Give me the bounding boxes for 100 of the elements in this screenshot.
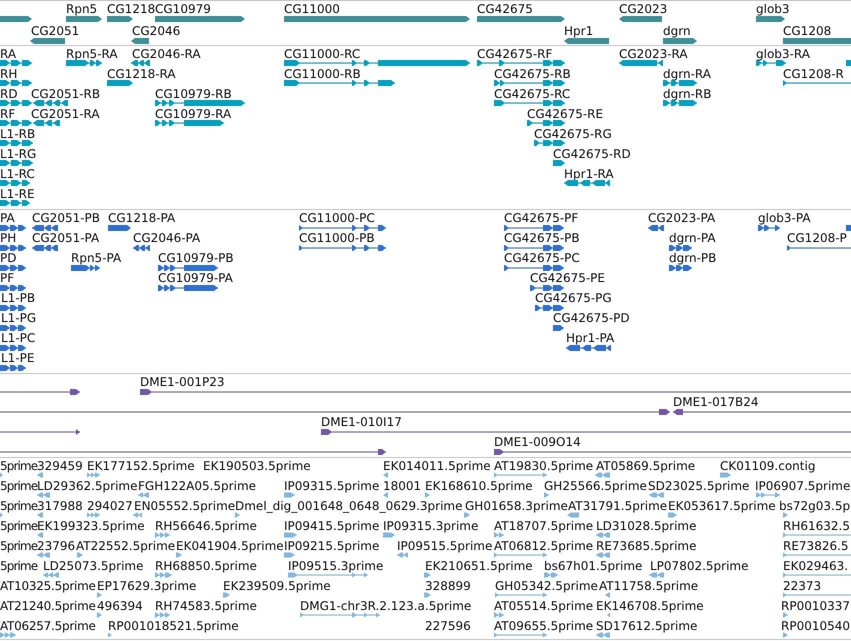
transcript-feature[interactable] [33,99,68,107]
transcript-feature[interactable] [494,79,565,87]
read-feature[interactable] [756,491,780,499]
protein-feature[interactable] [32,244,58,252]
read-feature[interactable] [494,471,547,479]
clone-feature[interactable] [494,448,851,456]
gene-feature[interactable] [619,15,662,23]
read-feature[interactable] [783,531,851,539]
read-feature[interactable] [284,531,297,539]
protein-feature[interactable] [299,244,386,252]
read-feature[interactable] [494,551,547,559]
read-feature[interactable] [138,491,149,499]
gene-feature[interactable] [783,37,851,45]
read-feature[interactable] [284,551,295,559]
gene-feature[interactable] [564,37,609,45]
transcript-feature[interactable] [527,119,565,127]
gene-feature[interactable] [155,15,245,23]
transcript-feature[interactable] [0,179,30,187]
read-feature[interactable] [783,631,788,639]
read-feature[interactable] [783,591,851,599]
clone-feature[interactable] [321,428,851,436]
gene-feature[interactable] [663,37,697,45]
transcript-feature[interactable] [33,119,60,127]
read-feature[interactable] [649,571,664,579]
clone-feature[interactable] [140,388,851,396]
protein-feature[interactable] [566,344,611,352]
read-feature[interactable] [37,551,50,559]
read-feature[interactable] [108,631,112,639]
protein-feature[interactable] [0,304,26,312]
protein-feature[interactable] [32,224,58,232]
protein-feature[interactable] [158,264,218,272]
gene-feature[interactable] [131,37,149,45]
read-feature[interactable] [596,631,610,639]
read-feature[interactable] [494,531,504,539]
read-feature[interactable] [0,511,3,519]
clone-feature[interactable] [0,408,670,416]
transcript-feature[interactable] [494,99,565,107]
read-feature[interactable] [567,511,579,519]
read-feature[interactable] [425,491,430,499]
transcript-feature[interactable] [155,99,245,107]
read-feature[interactable] [37,491,50,499]
read-feature[interactable] [43,571,59,579]
protein-feature[interactable] [758,224,780,232]
read-feature[interactable] [133,511,142,519]
protein-feature[interactable] [504,244,564,252]
protein-feature[interactable] [669,244,692,252]
protein-feature[interactable] [787,244,851,252]
read-feature[interactable] [605,591,610,599]
transcript-feature[interactable] [534,139,565,147]
read-feature[interactable] [87,511,100,519]
protein-feature[interactable] [0,344,26,352]
protein-feature[interactable] [0,324,26,332]
clone-feature[interactable] [0,448,386,456]
protein-feature[interactable] [108,224,131,232]
read-feature[interactable] [288,571,368,579]
transcript-feature[interactable] [564,179,610,187]
transcript-feature[interactable] [66,59,102,67]
transcript-feature[interactable] [0,159,33,167]
clone-feature[interactable] [0,388,80,396]
gene-feature[interactable] [477,15,565,23]
read-feature[interactable] [494,631,547,639]
transcript-feature[interactable] [0,139,33,147]
read-feature[interactable] [0,471,3,479]
transcript-feature[interactable] [783,79,851,87]
protein-feature[interactable] [0,284,26,292]
read-feature[interactable] [87,471,100,479]
transcript-feature[interactable] [0,79,32,87]
read-feature[interactable] [0,631,16,639]
read-feature[interactable] [37,531,43,539]
read-feature[interactable] [424,571,431,579]
read-feature[interactable] [37,471,43,479]
transcript-feature[interactable] [284,59,470,67]
read-feature[interactable] [464,511,470,519]
read-feature[interactable] [97,611,102,619]
protein-feature[interactable] [553,324,564,332]
protein-feature[interactable] [133,244,150,252]
read-feature[interactable] [495,591,547,599]
read-feature[interactable] [544,571,558,579]
transcript-feature[interactable] [553,159,565,167]
transcript-feature[interactable] [0,99,32,107]
protein-feature[interactable] [0,264,26,272]
protein-feature[interactable] [0,244,26,252]
transcript-feature[interactable] [756,59,786,67]
protein-feature[interactable] [846,224,851,232]
read-feature[interactable] [607,611,610,619]
read-feature[interactable] [494,611,504,619]
read-feature[interactable] [155,571,172,579]
protein-feature[interactable] [535,304,564,312]
read-feature[interactable] [595,471,610,479]
read-feature[interactable] [783,551,851,559]
gene-feature[interactable] [284,15,470,23]
transcript-feature[interactable] [284,79,395,87]
read-feature[interactable] [176,551,182,559]
read-feature[interactable] [300,611,380,619]
protein-feature[interactable] [504,224,564,232]
protein-feature[interactable] [158,284,218,292]
read-feature[interactable] [544,491,549,499]
read-feature[interactable] [77,551,83,559]
read-feature[interactable] [397,551,408,559]
read-feature[interactable] [155,531,170,539]
